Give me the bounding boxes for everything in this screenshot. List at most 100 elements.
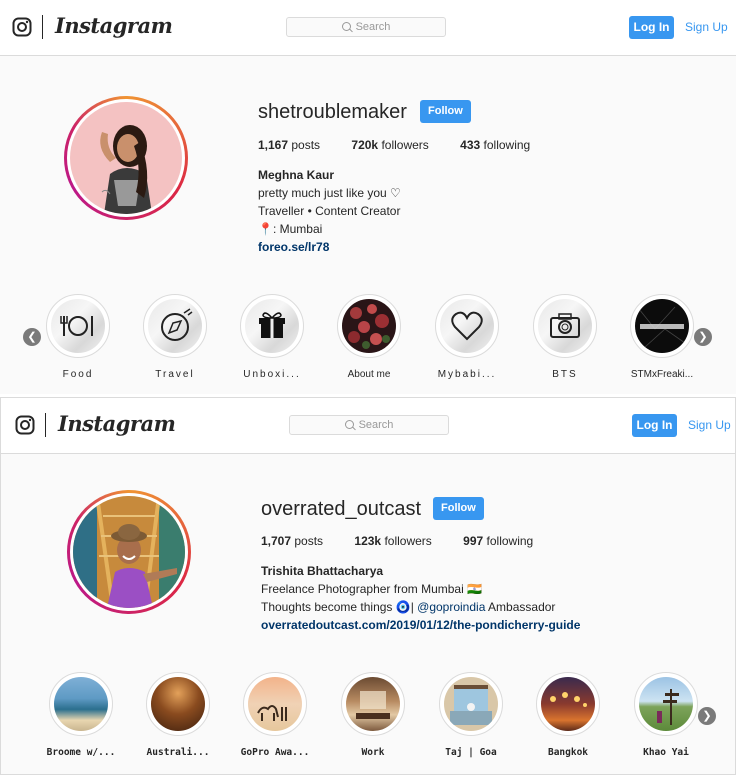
profile-username: shetroublemaker xyxy=(258,101,407,123)
search-icon xyxy=(344,420,354,429)
highlight-travel[interactable]: Travel xyxy=(135,294,215,380)
top-navbar: Instagram Search Log In Sign Up xyxy=(1,398,735,454)
profile-stats: 1,707 posts 123k followers 997 following xyxy=(261,534,561,548)
posts-label: posts xyxy=(291,138,321,152)
beach-photo xyxy=(54,677,108,731)
text-photo xyxy=(638,306,686,348)
highlight-work[interactable]: Work xyxy=(333,672,413,758)
following-label: following xyxy=(483,138,531,152)
highlight-label: Taj | Goa xyxy=(445,747,497,758)
instagram-wordmark[interactable]: Instagram xyxy=(58,411,176,436)
followers-stat[interactable]: 123k followers xyxy=(354,534,431,548)
search-input[interactable]: Search xyxy=(286,17,446,37)
camera-icon xyxy=(550,313,580,338)
top-navbar: Instagram Search Log In Sign Up xyxy=(0,0,736,56)
night-sky-photo xyxy=(151,677,205,731)
bio-line-2: Thoughts become things 🧿| @goproindia Am… xyxy=(261,598,580,616)
bio-line-1: Freelance Photographer from Mumbai 🇮🇳 xyxy=(261,582,483,596)
signup-link[interactable]: Sign Up xyxy=(688,418,731,432)
highlight-label: Broome w/... xyxy=(46,747,116,758)
compass-icon xyxy=(161,308,193,341)
highlight-label: Australi... xyxy=(146,747,210,758)
bio-line-3: 📍: Mumbai xyxy=(258,222,323,236)
profile-full-name: Trishita Bhattacharya xyxy=(261,564,384,578)
highlight-label: Mybabi... xyxy=(437,369,497,380)
highlight-food[interactable]: Food xyxy=(38,294,118,380)
instagram-camera-icon[interactable] xyxy=(12,17,32,37)
posts-label: posts xyxy=(294,534,324,548)
profile-username: overrated_outcast xyxy=(261,498,422,520)
avatar-photo xyxy=(70,102,182,214)
follow-button[interactable]: Follow xyxy=(420,100,471,123)
gift-icon xyxy=(259,312,285,338)
followers-label: followers xyxy=(384,534,432,548)
profile-panel-overrated-outcast: Instagram Search Log In Sign Up overrate… xyxy=(0,397,736,775)
bio-line-2-text: Thoughts become things 🧿| xyxy=(261,600,418,614)
signup-link[interactable]: Sign Up xyxy=(685,20,728,34)
plate-cutlery-icon xyxy=(60,316,93,336)
instagram-wordmark[interactable]: Instagram xyxy=(55,13,173,38)
profile-stats: 1,167 posts 720k followers 433 following xyxy=(258,138,558,152)
market-photo xyxy=(550,692,587,707)
highlight-taj-goa[interactable]: Taj | Goa xyxy=(431,672,511,758)
flowers-photo xyxy=(348,304,390,349)
following-stat[interactable]: 997 following xyxy=(463,534,533,548)
instagram-camera-icon[interactable] xyxy=(15,415,35,435)
followers-count: 123k xyxy=(354,534,382,548)
posts-count: 1,167 xyxy=(258,138,289,152)
search-placeholder: Search xyxy=(358,419,394,431)
followers-stat[interactable]: 720k followers xyxy=(351,138,428,152)
highlight-label: Khao Yai xyxy=(643,747,689,758)
following-stat[interactable]: 433 following xyxy=(460,138,530,152)
bio-line-2: Traveller • Content Creator xyxy=(258,204,401,218)
search-input[interactable]: Search xyxy=(289,415,449,435)
login-button[interactable]: Log In xyxy=(629,16,674,39)
profile-website-link[interactable]: overratedoutcast.com/2019/01/12/the-pond… xyxy=(261,616,580,634)
highlights-next-arrow[interactable]: ❯ xyxy=(694,328,712,346)
highlight-label: Food xyxy=(62,369,94,380)
highlight-khao-yai[interactable]: Khao Yai xyxy=(626,672,706,758)
login-button[interactable]: Log In xyxy=(632,414,677,437)
highlight-label: Work xyxy=(361,747,385,758)
highlight-about-me[interactable]: About me xyxy=(329,294,409,380)
following-label: following xyxy=(486,534,534,548)
bio-line-1: pretty much just like you ♡ xyxy=(258,186,401,200)
logo-divider xyxy=(42,15,43,39)
room-photo xyxy=(450,685,492,725)
profile-panel-shetroublemaker: Instagram Search Log In Sign Up shetroub… xyxy=(0,0,736,394)
following-count: 433 xyxy=(460,138,481,152)
highlight-unboxing[interactable]: Unboxi... xyxy=(232,294,312,380)
avatar-photo xyxy=(73,496,185,608)
gopro-mention-link[interactable]: @goproindia xyxy=(417,600,485,614)
highlight-label: Unboxi... xyxy=(243,369,301,380)
profile-bio: Meghna Kaur pretty much just like you ♡ … xyxy=(258,166,401,256)
search-icon xyxy=(341,22,351,31)
search-placeholder: Search xyxy=(355,21,391,33)
profile-avatar[interactable] xyxy=(64,96,188,220)
posts-count: 1,707 xyxy=(261,534,292,548)
highlight-bangkok[interactable]: Bangkok xyxy=(528,672,608,758)
highlight-label: Travel xyxy=(155,369,195,380)
highlight-label: STMxFreaki... xyxy=(630,369,694,380)
highlight-bts[interactable]: BTS xyxy=(525,294,605,380)
followers-label: followers xyxy=(381,138,429,152)
highlight-mybabies[interactable]: Mybabi... xyxy=(427,294,507,380)
signpost-photo xyxy=(657,689,679,725)
following-count: 997 xyxy=(463,534,484,548)
heart-icon xyxy=(451,311,483,341)
profile-avatar[interactable] xyxy=(67,490,191,614)
highlight-label: About me xyxy=(347,369,391,380)
highlight-stmxfreaking[interactable]: STMxFreaki... xyxy=(622,294,702,380)
highlight-australia[interactable]: Australi... xyxy=(138,672,218,758)
followers-count: 720k xyxy=(351,138,379,152)
logo-divider xyxy=(45,413,46,437)
profile-website-link[interactable]: foreo.se/lr78 xyxy=(258,238,401,256)
highlight-label: GoPro Awa... xyxy=(240,747,310,758)
profile-bio: Trishita Bhattacharya Freelance Photogra… xyxy=(261,562,580,634)
highlight-broome[interactable]: Broome w/... xyxy=(41,672,121,758)
highlights-next-arrow[interactable]: ❯ xyxy=(698,707,716,725)
highlight-gopro-awards[interactable]: GoPro Awa... xyxy=(235,672,315,758)
bio-line-2-suffix: Ambassador xyxy=(485,600,556,614)
camel-photo xyxy=(257,705,287,721)
follow-button[interactable]: Follow xyxy=(433,497,484,520)
